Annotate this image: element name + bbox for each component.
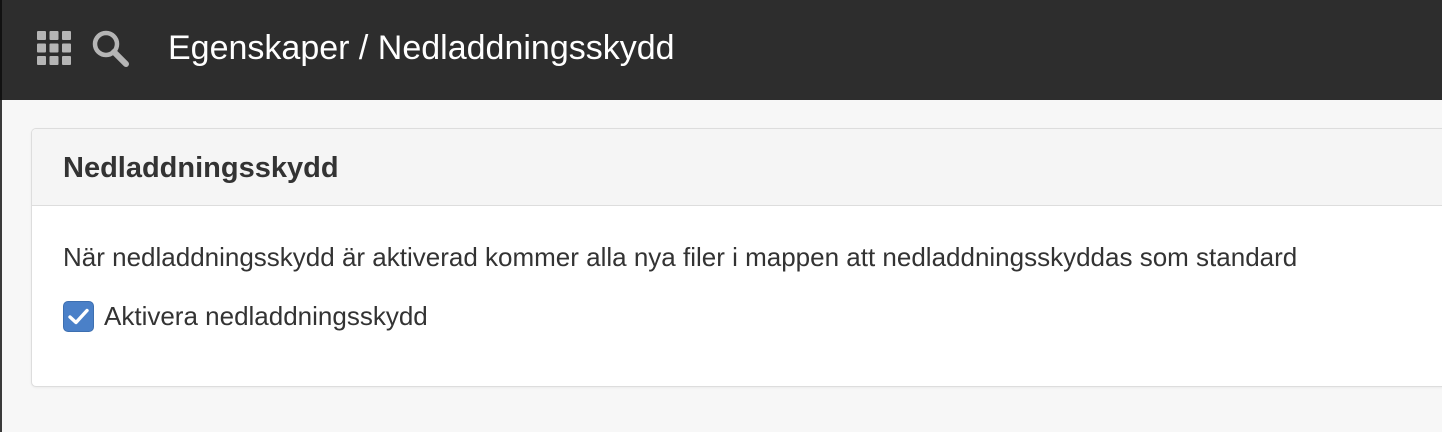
enable-download-protection-checkbox[interactable] <box>63 300 94 332</box>
panel-title: Nedladdningsskydd <box>63 152 339 184</box>
checkmark-icon <box>68 308 89 324</box>
search-icon[interactable] <box>91 29 129 67</box>
left-edge-divider <box>0 100 2 432</box>
panel-description: När nedladdningsskydd är aktiverad komme… <box>63 242 1298 272</box>
checkbox-label: Aktivera nedladdningsskydd <box>104 301 428 331</box>
page-title: Egenskaper / Nedladdningsskydd <box>168 29 675 67</box>
panel-heading: Nedladdningsskydd <box>32 129 1442 206</box>
grid-icon[interactable] <box>37 31 71 65</box>
download-protection-panel: Nedladdningsskydd När nedladdningsskydd … <box>31 128 1442 387</box>
enable-download-protection-option[interactable]: Aktivera nedladdningsskydd <box>63 299 428 333</box>
top-bar: Egenskaper / Nedladdningsskydd <box>0 0 1442 100</box>
